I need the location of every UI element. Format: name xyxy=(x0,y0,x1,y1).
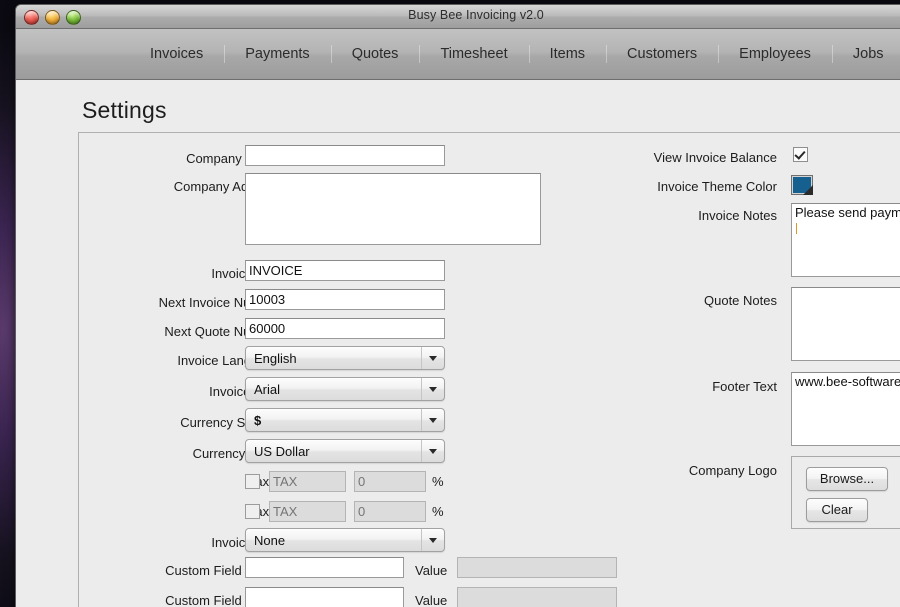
company-name-input[interactable] xyxy=(245,145,445,166)
browse-button[interactable]: Browse... xyxy=(806,467,888,491)
text-caret xyxy=(796,223,797,234)
quote-notes-label: Quote Notes xyxy=(704,293,777,308)
footer-text-textarea[interactable]: www.bee-software.n xyxy=(791,372,900,446)
custom-field-1-value-input[interactable] xyxy=(457,557,617,578)
invoice-notes-textarea[interactable]: Please send payment xyxy=(791,203,900,277)
chevron-down-icon xyxy=(421,347,444,369)
invoice-font-value: Arial xyxy=(254,381,281,397)
invoice-font-select[interactable]: Arial xyxy=(245,377,445,401)
clear-button[interactable]: Clear xyxy=(806,498,868,522)
tax1-rate-input[interactable] xyxy=(354,471,426,492)
next-invoice-number-input[interactable] xyxy=(245,289,445,310)
toolbar-item-timesheet[interactable]: Timesheet xyxy=(419,42,528,66)
page-title: Settings xyxy=(82,97,167,123)
tax1-name-input[interactable] xyxy=(269,471,346,492)
settings-page: Settings Company Name ✻ Company Address … xyxy=(16,80,900,607)
toolbar-item-jobs[interactable]: Jobs xyxy=(831,42,900,66)
invoice-due-select[interactable]: None xyxy=(245,528,445,552)
settings-form-panel: Company Name ✻ Company Address Invoice T… xyxy=(78,132,900,607)
invoice-language-value: English xyxy=(254,350,297,366)
company-address-textarea[interactable] xyxy=(245,173,541,245)
view-invoice-balance-label: View Invoice Balance xyxy=(653,150,777,165)
chevron-down-icon xyxy=(421,409,444,431)
tax2-percent-symbol: % xyxy=(432,504,444,519)
window-title-bar: Busy Bee Invoicing v2.0 xyxy=(16,5,900,29)
custom-field-2-value-input[interactable] xyxy=(457,587,617,607)
desktop-background: Busy Bee Invoicing v2.0 Invoices Payment… xyxy=(0,0,900,607)
chevron-down-icon xyxy=(421,378,444,400)
toolbar-item-employees[interactable]: Employees xyxy=(718,42,832,66)
tax1-percent-symbol: % xyxy=(432,474,444,489)
custom-field-1-value-label: Value xyxy=(415,563,448,578)
custom-field-1-name-input[interactable] xyxy=(245,557,404,578)
main-toolbar: Invoices Payments Quotes Timesheet Items… xyxy=(16,29,900,80)
invoice-due-value: None xyxy=(254,532,286,548)
tax1-checkbox[interactable] xyxy=(245,474,260,489)
footer-text-label: Footer Text xyxy=(712,379,777,394)
currency-symbol-value: $ xyxy=(254,412,262,428)
view-invoice-balance-checkbox[interactable] xyxy=(793,147,808,162)
custom-field-2-name-input[interactable] xyxy=(245,587,404,607)
chevron-down-icon xyxy=(803,185,813,195)
chevron-down-icon xyxy=(421,440,444,462)
quote-notes-textarea[interactable] xyxy=(791,287,900,361)
company-logo-label: Company Logo xyxy=(688,463,777,478)
toolbar-item-quotes[interactable]: Quotes xyxy=(330,42,420,66)
tax2-checkbox[interactable] xyxy=(245,504,260,519)
window-title: Busy Bee Invoicing v2.0 xyxy=(408,8,544,22)
next-quote-number-input[interactable] xyxy=(245,318,445,339)
currency-code-select[interactable]: US Dollar xyxy=(245,439,445,463)
toolbar-item-customers[interactable]: Customers xyxy=(606,42,718,66)
invoice-theme-color-label: Invoice Theme Color xyxy=(657,179,777,194)
tax2-rate-input[interactable] xyxy=(354,501,426,522)
invoice-notes-label: Invoice Notes xyxy=(698,208,777,223)
application-window: Busy Bee Invoicing v2.0 Invoices Payment… xyxy=(15,4,900,607)
currency-symbol-select[interactable]: $ xyxy=(245,408,445,432)
tax2-name-input[interactable] xyxy=(269,501,346,522)
toolbar-item-invoices[interactable]: Invoices xyxy=(129,42,224,66)
toolbar-item-items[interactable]: Items xyxy=(528,42,606,66)
toolbar-item-payments[interactable]: Payments xyxy=(224,42,330,66)
custom-field-2-value-label: Value xyxy=(415,593,448,607)
company-logo-panel: Browse... Clear xyxy=(791,456,900,529)
chevron-down-icon xyxy=(421,529,444,551)
invoice-title-input[interactable] xyxy=(245,260,445,281)
invoice-language-select[interactable]: English xyxy=(245,346,445,370)
currency-code-value: US Dollar xyxy=(254,443,310,459)
invoice-theme-color-swatch[interactable] xyxy=(791,175,813,195)
